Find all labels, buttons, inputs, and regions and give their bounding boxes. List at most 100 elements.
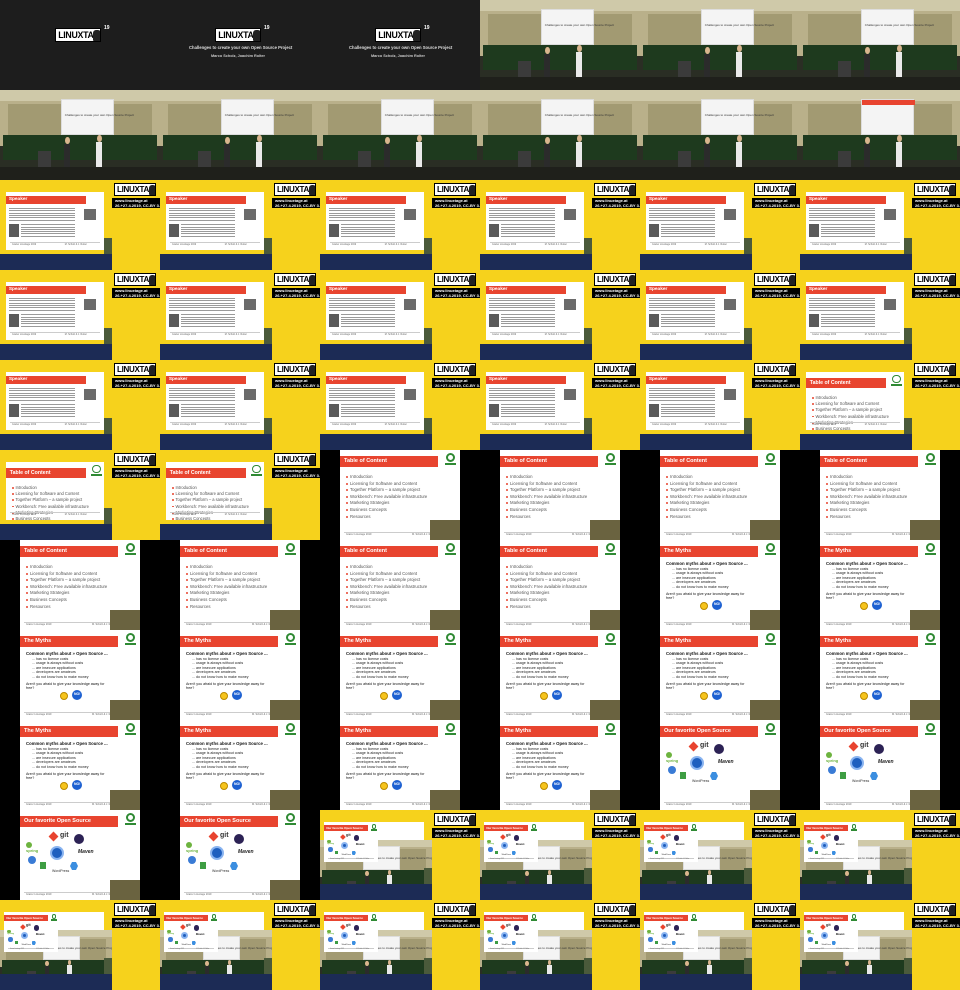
screen-slide-title: Challenges to create your own Open Sourc… xyxy=(544,23,615,28)
bio-text-line xyxy=(341,224,396,226)
spring-icon xyxy=(487,839,491,843)
puzzle-icon xyxy=(671,940,676,945)
bio-text-line xyxy=(328,397,396,399)
no-badge: NO! xyxy=(232,690,242,700)
bio-text-line xyxy=(488,217,556,219)
hall-floor xyxy=(160,167,320,180)
bio-text-line xyxy=(501,226,556,228)
hall-floor xyxy=(640,167,800,180)
toc-item: Marketing Strategies xyxy=(30,590,70,596)
video-frame-tile: Table of Content Introduction Licensing fo… xyxy=(160,540,320,630)
video-frame-tile: Our favorite Open Source git spring Maven Wo… xyxy=(800,720,960,810)
toc-bullet xyxy=(506,476,508,478)
toc-item: Introduction xyxy=(350,474,373,479)
webcam-thumb xyxy=(424,238,432,254)
hall-floor xyxy=(800,77,960,90)
bio-text-line xyxy=(648,212,716,214)
no-badge: NO! xyxy=(392,690,402,700)
speaker-1-body xyxy=(864,144,871,168)
bottom-strip xyxy=(800,884,912,900)
video-frame-tile: Speaker Grazer Linuxtage 2019 M. Scholz & … xyxy=(320,360,480,450)
webcam-thumb xyxy=(584,418,592,434)
java-icon xyxy=(340,841,349,850)
linuxtage-logo: LINUXTAGE xyxy=(114,183,156,196)
puzzle-icon xyxy=(511,850,516,855)
webcam-inset xyxy=(750,520,780,540)
bio-text-line xyxy=(181,318,236,320)
smiley-icon xyxy=(220,782,228,790)
git-text: git xyxy=(26,923,31,928)
toc-item: Workbench: Free available infrastructure xyxy=(350,493,428,499)
smiley-icon xyxy=(220,692,228,700)
toc-item: Licensing for Software and Content xyxy=(510,570,578,576)
owncloud-icon xyxy=(488,847,493,852)
bottom-strip xyxy=(0,434,112,450)
slide-title: The Myths xyxy=(824,638,852,644)
webcam-inset xyxy=(590,700,620,720)
chalkboard xyxy=(643,135,797,161)
toc-bullet xyxy=(666,509,668,511)
toc-bullet xyxy=(186,572,188,575)
tux-icon xyxy=(93,30,101,42)
toc-item: Introduction xyxy=(830,474,853,479)
open-source-label-mark xyxy=(370,919,377,922)
webcam-thumb xyxy=(264,958,272,974)
linuxtage-sidebar: LINUXTAGE www.linuxtage.at 26.+27.4.2019, … xyxy=(112,180,160,270)
projection-screen: Challenges to create your own Open Sourc… xyxy=(700,9,774,45)
bio-text-line xyxy=(488,298,556,300)
webcam-thumb xyxy=(744,868,752,884)
git-text: git xyxy=(666,923,671,928)
slide-title: Table of Content xyxy=(344,458,387,464)
slide-footer-left: Grazer Linuxtage 2019 xyxy=(12,513,37,517)
speaker-photo-1 xyxy=(404,299,416,311)
linuxtage-sidebar: LINUXTAGE www.linuxtage.at 26.+27.4.2019, … xyxy=(592,360,640,450)
webcam-thumb xyxy=(584,238,592,254)
bio-text-line xyxy=(21,325,76,327)
open-source-icon xyxy=(892,374,901,384)
myth-item: ... do not know how to make money xyxy=(352,764,409,769)
git-text: git xyxy=(700,742,709,749)
document-icon xyxy=(815,850,819,855)
bio-text-line xyxy=(181,321,236,323)
eclipse-icon xyxy=(673,835,680,841)
bio-text-line xyxy=(181,228,236,230)
bio-text-line xyxy=(341,325,396,327)
webcam-inset xyxy=(430,520,460,540)
slide-title: Table of Content xyxy=(504,458,547,464)
webcam-thumb xyxy=(744,418,752,434)
slide-footer-right: M. Scholz & J. Rolter xyxy=(544,423,567,427)
toc-item: Resources xyxy=(510,513,531,519)
bio-text-line xyxy=(8,309,76,311)
no-badge-text: NO! xyxy=(714,692,721,696)
bio-text-line xyxy=(168,307,236,309)
tux-icon xyxy=(149,905,155,915)
slide-footer-right: M. Scholz & J. Rolter xyxy=(224,243,247,247)
bio-text-line xyxy=(181,413,236,415)
bio-text-line xyxy=(821,231,876,233)
java-icon xyxy=(500,841,509,850)
open-source-label-mark xyxy=(764,733,776,735)
toc-bullet xyxy=(666,495,668,498)
webcam-inset xyxy=(110,610,140,630)
myths-heading: Common myths about » Open Source ... xyxy=(346,651,428,656)
speaker-photo-2 xyxy=(648,314,660,327)
myths-heading: Common myths about » Open Source ... xyxy=(186,651,268,656)
toc-item: Business Concepts xyxy=(175,516,211,520)
bio-text-line xyxy=(8,298,76,300)
myths-heading: Common myths about » Open Source ... xyxy=(26,651,108,656)
speaker-photo-2 xyxy=(168,314,180,327)
speaker-2-head xyxy=(576,45,582,53)
linuxtage-logo: LINUXTAGE xyxy=(215,28,262,43)
bio-text-line xyxy=(181,408,236,410)
open-source-icon xyxy=(92,464,101,474)
bio-text-line xyxy=(661,415,716,417)
document-icon xyxy=(175,940,179,945)
toc-bullet xyxy=(506,482,508,485)
open-source-label-mark xyxy=(284,553,296,555)
chalkboard xyxy=(163,135,317,161)
bottom-strip xyxy=(800,254,912,270)
bottom-strip xyxy=(160,524,272,540)
speaker-2-head xyxy=(707,870,712,875)
bio-text-line xyxy=(181,235,236,237)
bio-text-line xyxy=(648,217,716,219)
